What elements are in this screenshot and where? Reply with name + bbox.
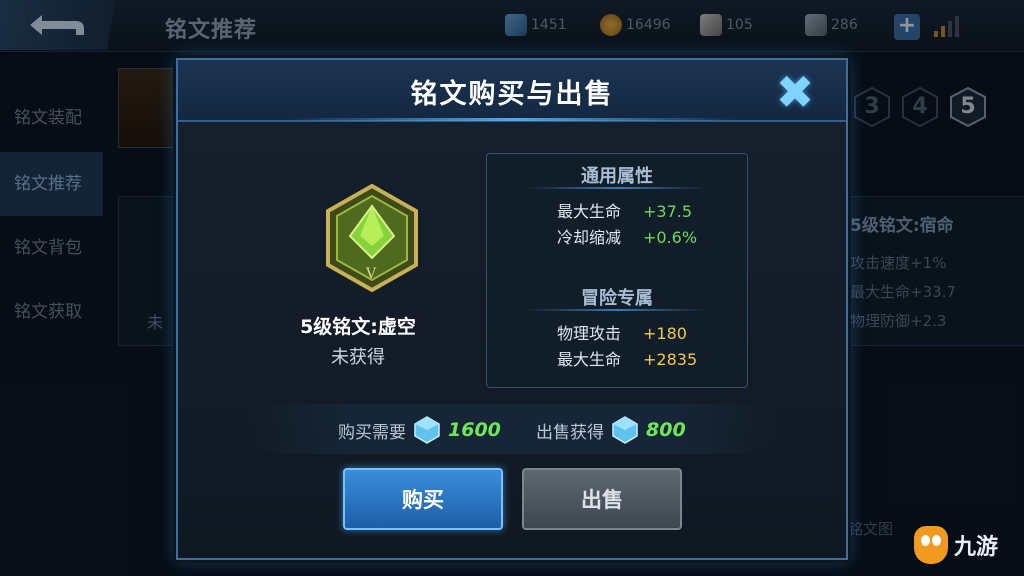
mascot-icon xyxy=(914,526,948,564)
buy-button[interactable]: 购买 xyxy=(343,468,503,530)
general-attrs-title: 通用属性 xyxy=(487,162,747,189)
attr-value: +0.6% xyxy=(643,228,698,247)
price-bar: 购买需要 1600 出售获得 800 xyxy=(248,404,778,454)
dialog-header: 铭文购买与出售 ✖ xyxy=(178,60,846,122)
buy-price-label: 购买需要 xyxy=(338,422,406,443)
attr-label: 物理攻击 xyxy=(557,324,622,343)
attr-label: 最大生命 xyxy=(557,202,622,221)
crystal-icon xyxy=(414,416,440,444)
attr-value: +180 xyxy=(643,324,687,343)
sell-price: 出售获得 800 xyxy=(536,414,686,446)
attr-label: 最大生命 xyxy=(557,350,622,369)
sell-price-value: 800 xyxy=(646,419,686,441)
sell-button[interactable]: 出售 xyxy=(522,468,682,530)
attr-row: 物理攻击 +180 xyxy=(557,320,687,344)
attr-row: 最大生命 +2835 xyxy=(557,346,697,370)
rune-icon: V xyxy=(326,184,418,292)
dialog-title: 铭文购买与出售 xyxy=(410,79,614,110)
close-icon[interactable]: ✖ xyxy=(770,68,820,118)
attr-value: +2835 xyxy=(643,350,698,369)
attribute-panel: 通用属性 最大生命 +37.5 冷却缩减 +0.6% 冒险专属 物理攻击 +180 最… xyxy=(486,153,748,388)
adventure-attrs-title: 冒险专属 xyxy=(487,284,747,311)
attr-value: +37.5 xyxy=(643,202,693,221)
attr-row: 最大生命 +37.5 xyxy=(557,198,692,222)
rune-trade-dialog: 铭文购买与出售 ✖ V 5级铭文:虚空 未获得 通用属性 最大生命 +37.5 冷… xyxy=(176,58,848,560)
watermark-logo: 九游 xyxy=(914,526,998,564)
sell-price-label: 出售获得 xyxy=(536,422,604,443)
rune-name: 5级铭文:虚空 xyxy=(300,316,416,338)
buy-price: 购买需要 1600 xyxy=(338,414,501,446)
watermark-text: 九游 xyxy=(954,535,999,560)
rune-status: 未获得 xyxy=(331,347,385,368)
svg-text:V: V xyxy=(365,266,377,282)
attr-label: 冷却缩减 xyxy=(557,228,622,247)
crystal-icon xyxy=(612,416,638,444)
attr-row: 冷却缩减 +0.6% xyxy=(557,224,697,248)
buy-price-value: 1600 xyxy=(448,419,501,441)
